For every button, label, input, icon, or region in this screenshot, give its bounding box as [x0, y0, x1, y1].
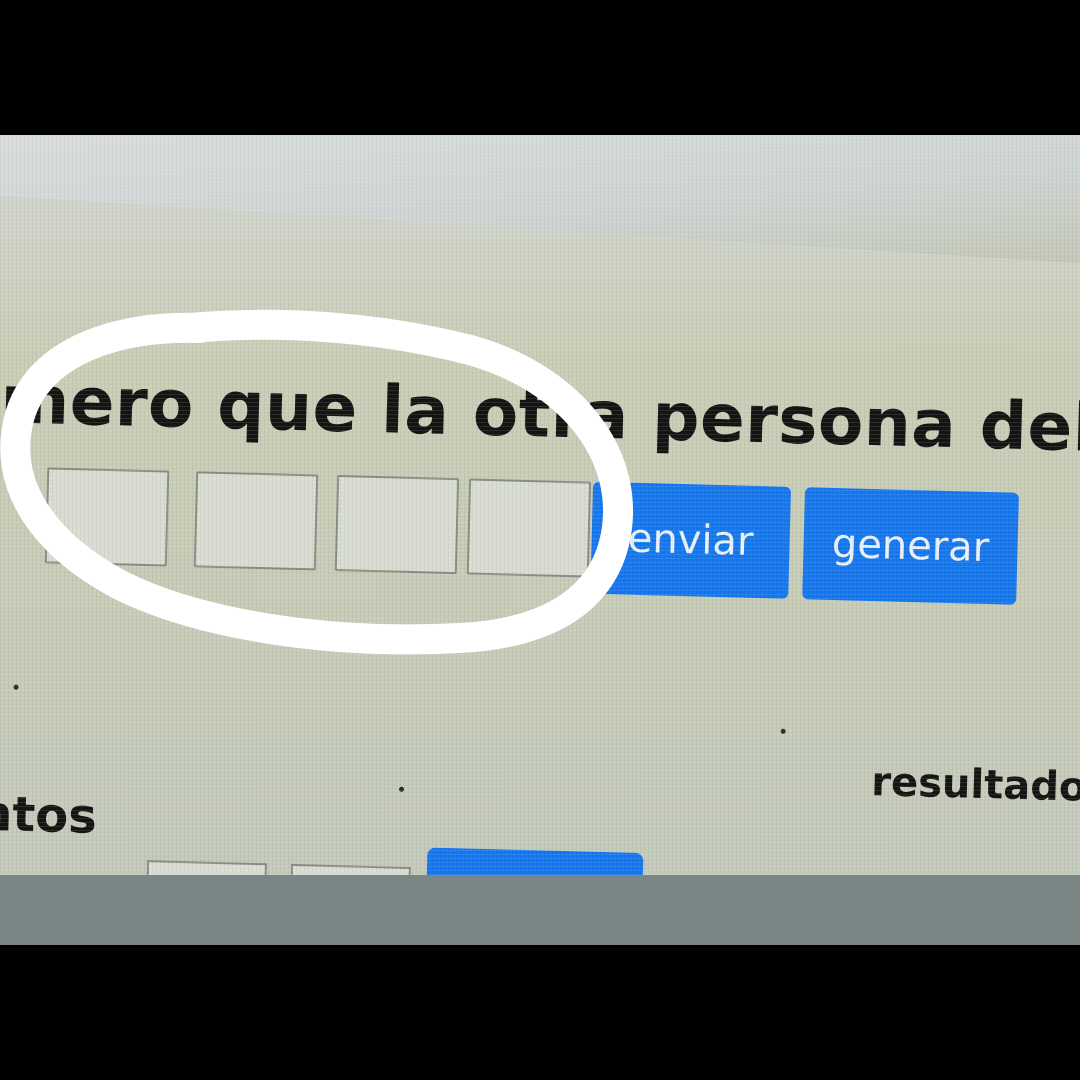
- screen-speck: [398, 786, 405, 792]
- digit-input-3[interactable]: [334, 474, 460, 575]
- web-page: umero que la otra persona deb enviar gen…: [0, 135, 1080, 875]
- lower-input-2[interactable]: [289, 863, 411, 875]
- lower-input-1[interactable]: [145, 860, 268, 875]
- results-label: resultados: [870, 759, 1080, 812]
- screen-speck: [780, 728, 786, 734]
- send-button[interactable]: enviar: [590, 481, 792, 599]
- screen-photo: umero que la otra persona deb enviar gen…: [0, 135, 1080, 875]
- digit-input-1[interactable]: [44, 467, 170, 567]
- digit-input-4[interactable]: [466, 478, 592, 578]
- screen-speck: [13, 684, 19, 690]
- instruction-heading: umero que la otra persona deb: [0, 359, 1080, 468]
- generate-button[interactable]: generar: [802, 487, 1019, 605]
- digit-input-2[interactable]: [193, 471, 319, 571]
- photo-frame: umero que la otra persona deb enviar gen…: [0, 0, 1080, 1080]
- section-label: ntos: [0, 785, 98, 845]
- bottom-gray-bar: [0, 875, 1080, 945]
- lower-blue-button[interactable]: [425, 847, 644, 875]
